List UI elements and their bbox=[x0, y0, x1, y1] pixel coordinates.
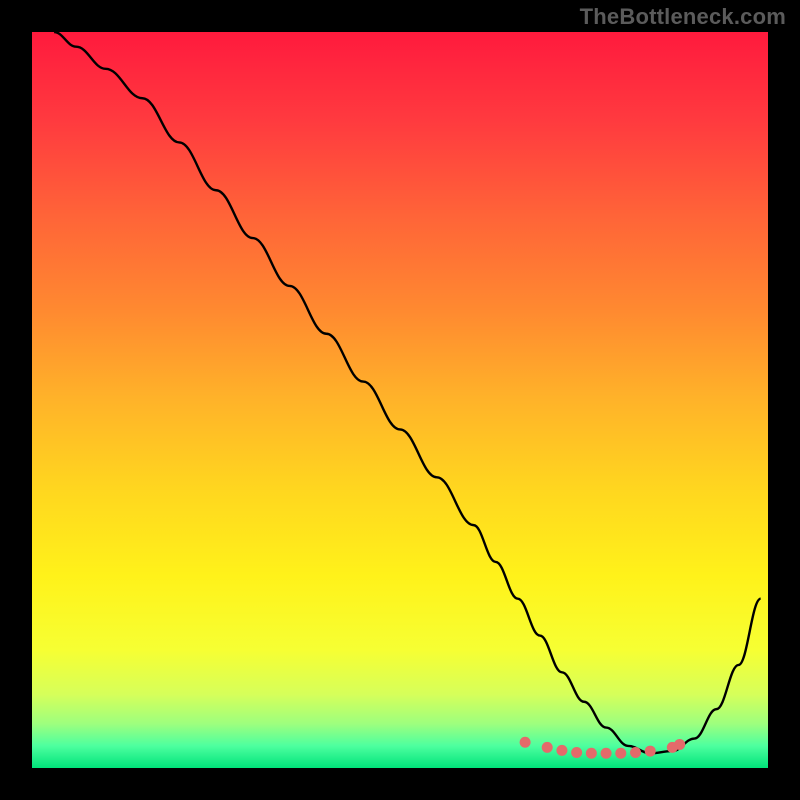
gradient-background bbox=[32, 32, 768, 768]
plot-area bbox=[32, 32, 768, 768]
watermark-text: TheBottleneck.com bbox=[580, 4, 786, 30]
marker-dot bbox=[615, 748, 626, 759]
marker-dot bbox=[645, 746, 656, 757]
chart-root: TheBottleneck.com bbox=[0, 0, 800, 800]
marker-dot bbox=[556, 745, 567, 756]
marker-dot bbox=[630, 747, 641, 758]
marker-dot bbox=[601, 748, 612, 759]
marker-dot bbox=[520, 737, 531, 748]
marker-dot bbox=[674, 739, 685, 750]
marker-dot bbox=[542, 742, 553, 753]
marker-dot bbox=[571, 747, 582, 758]
chart-svg bbox=[32, 32, 768, 768]
marker-dot bbox=[586, 748, 597, 759]
